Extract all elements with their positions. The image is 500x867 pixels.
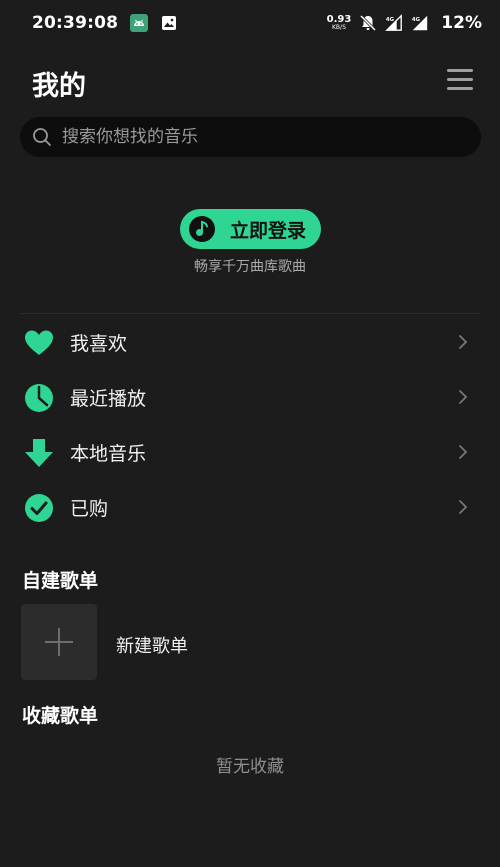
check-circle-icon [25,494,53,522]
status-right: 0.93 KB/S 4G 4G 12% [327,13,482,33]
svg-text:4G: 4G [412,17,421,23]
image-icon [160,14,178,32]
menu-item-label: 最近播放 [70,388,147,410]
hamburger-icon [447,69,473,72]
status-bar: 20:39:08 0.93 KB/S 4G 4G 12% [0,0,500,46]
header: 我的 [0,58,500,104]
menu-item-recent[interactable]: 最近播放 [0,370,500,425]
login-subtitle: 畅享千万曲库歌曲 [194,259,306,275]
mute-icon [359,14,377,32]
chevron-right-icon [459,390,468,404]
menu-item-label: 本地音乐 [70,443,147,465]
search-input[interactable] [62,127,442,147]
chevron-right-icon [459,445,468,459]
signal-4g-icon: 4G [385,14,403,32]
search-icon [33,128,51,146]
page-title: 我的 [32,71,86,102]
new-playlist-label[interactable]: 新建歌单 [116,632,188,658]
chevron-right-icon [459,500,468,514]
download-icon [25,439,53,467]
menu-item-purchased[interactable]: 已购 [0,480,500,535]
chevron-right-icon [459,335,468,349]
section-title-collected-playlists: 收藏歌单 [22,705,99,727]
menu-list: 我喜欢 最近播放 本地音乐 已购 [0,315,500,535]
login-label: 立即登录 [230,219,307,242]
clock-icon [25,384,53,412]
empty-state-text: 暂无收藏 [216,757,284,777]
signal-4g-icon: 4G [411,14,429,32]
menu-button[interactable] [446,66,476,94]
section-title-my-playlists: 自建歌单 [22,570,99,592]
android-icon [130,14,149,32]
menu-item-local-music[interactable]: 本地音乐 [0,425,500,480]
divider [20,313,480,314]
plus-icon [45,628,73,656]
new-playlist-button[interactable] [21,604,97,680]
net-speed-unit: KB/S [332,24,346,31]
menu-item-label: 已购 [70,498,109,520]
music-note-icon [189,216,215,242]
battery-level: 12% [441,13,482,33]
status-time: 20:39:08 [32,13,119,33]
menu-item-label: 我喜欢 [70,333,128,355]
login-button[interactable]: 立即登录 [180,209,321,249]
menu-item-favorites[interactable]: 我喜欢 [0,315,500,370]
net-speed: 0.93 KB/S [327,15,352,31]
search-bar[interactable] [20,117,481,157]
svg-text:4G: 4G [386,17,395,23]
heart-icon [25,330,53,355]
status-left-icons [130,14,178,32]
